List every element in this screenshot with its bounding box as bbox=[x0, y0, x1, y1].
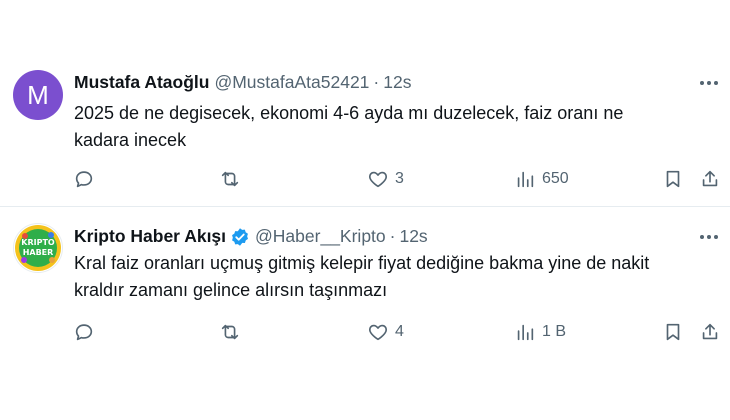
bookmark-button[interactable] bbox=[662, 166, 684, 192]
avatar[interactable]: KRIPTO HABER bbox=[13, 223, 63, 273]
reply-icon bbox=[75, 171, 93, 188]
tweet-header: Mustafa Ataoğlu @MustafaAta52421 · 12s bbox=[74, 72, 411, 93]
bottom-spacer bbox=[0, 355, 730, 420]
views-icon bbox=[517, 324, 534, 341]
tweet-2[interactable]: KRIPTO HABER Kripto Haber Akışı @Haber__… bbox=[0, 207, 730, 355]
retweet-icon bbox=[221, 171, 239, 187]
share-button[interactable] bbox=[699, 166, 721, 192]
tweet-header: Kripto Haber Akışı @Haber__Kripto · 12s bbox=[74, 226, 428, 247]
views-button[interactable]: 1 B bbox=[514, 319, 566, 345]
author-handle[interactable]: @Haber__Kripto bbox=[255, 226, 386, 247]
action-bar: 3 650 bbox=[0, 166, 730, 192]
separator-dot: · bbox=[389, 226, 396, 246]
like-button[interactable]: 3 bbox=[367, 166, 404, 192]
bookmark-button[interactable] bbox=[662, 319, 684, 345]
reply-icon bbox=[75, 324, 93, 341]
author-name[interactable]: Kripto Haber Akışı bbox=[74, 226, 226, 247]
retweet-icon bbox=[221, 324, 239, 340]
view-count: 1 B bbox=[542, 323, 567, 340]
reply-button[interactable] bbox=[73, 319, 95, 345]
top-spacer bbox=[0, 0, 730, 58]
like-count: 3 bbox=[395, 170, 404, 187]
views-icon bbox=[517, 171, 534, 188]
share-icon bbox=[702, 170, 718, 187]
tweet-text-line: Kral faiz oranları uçmuş gitmiş kelepir … bbox=[74, 253, 650, 273]
svg-text:KRIPTO: KRIPTO bbox=[21, 238, 55, 247]
bookmark-icon bbox=[666, 323, 680, 341]
retweet-button[interactable] bbox=[219, 319, 241, 345]
author-handle[interactable]: @MustafaAta52421 bbox=[214, 72, 369, 93]
timestamp[interactable]: 12s bbox=[383, 72, 411, 93]
tweet-text-line: kadara inecek bbox=[74, 130, 187, 150]
tweet-text: 2025 de ne degisecek, ekonomi 4-6 ayda m… bbox=[74, 100, 714, 154]
separator-dot: · bbox=[373, 72, 380, 92]
svg-text:HABER: HABER bbox=[23, 248, 54, 257]
tweet-text: Kral faiz oranları uçmuş gitmiş kelepir … bbox=[74, 250, 714, 304]
more-icon[interactable] bbox=[698, 72, 720, 94]
share-icon bbox=[702, 323, 718, 340]
retweet-button[interactable] bbox=[219, 166, 241, 192]
author-name[interactable]: Mustafa Ataoğlu bbox=[74, 72, 209, 93]
like-icon bbox=[369, 324, 387, 341]
avatar-letter: M bbox=[27, 79, 49, 110]
view-count: 650 bbox=[542, 170, 569, 187]
avatar[interactable]: M bbox=[13, 70, 63, 120]
timestamp[interactable]: 12s bbox=[399, 226, 427, 247]
verified-badge-icon bbox=[230, 227, 250, 247]
kripto-haber-logo-icon: KRIPTO HABER bbox=[15, 225, 61, 271]
like-icon bbox=[369, 171, 387, 188]
like-button[interactable]: 4 bbox=[367, 319, 404, 345]
tweet-text-line: kraldır zamanı gelince alırsın taşınmazı bbox=[74, 280, 388, 300]
action-bar: 4 1 B bbox=[0, 319, 730, 345]
bookmark-icon bbox=[666, 170, 680, 188]
share-button[interactable] bbox=[699, 319, 721, 345]
like-count: 4 bbox=[395, 323, 404, 340]
tweet-text-line: 2025 de ne degisecek, ekonomi 4-6 ayda m… bbox=[74, 103, 624, 123]
more-icon[interactable] bbox=[698, 226, 720, 248]
views-button[interactable]: 650 bbox=[514, 166, 569, 192]
tweet-1[interactable]: M Mustafa Ataoğlu @MustafaAta52421 · 12s… bbox=[0, 58, 730, 206]
reply-button[interactable] bbox=[73, 166, 95, 192]
